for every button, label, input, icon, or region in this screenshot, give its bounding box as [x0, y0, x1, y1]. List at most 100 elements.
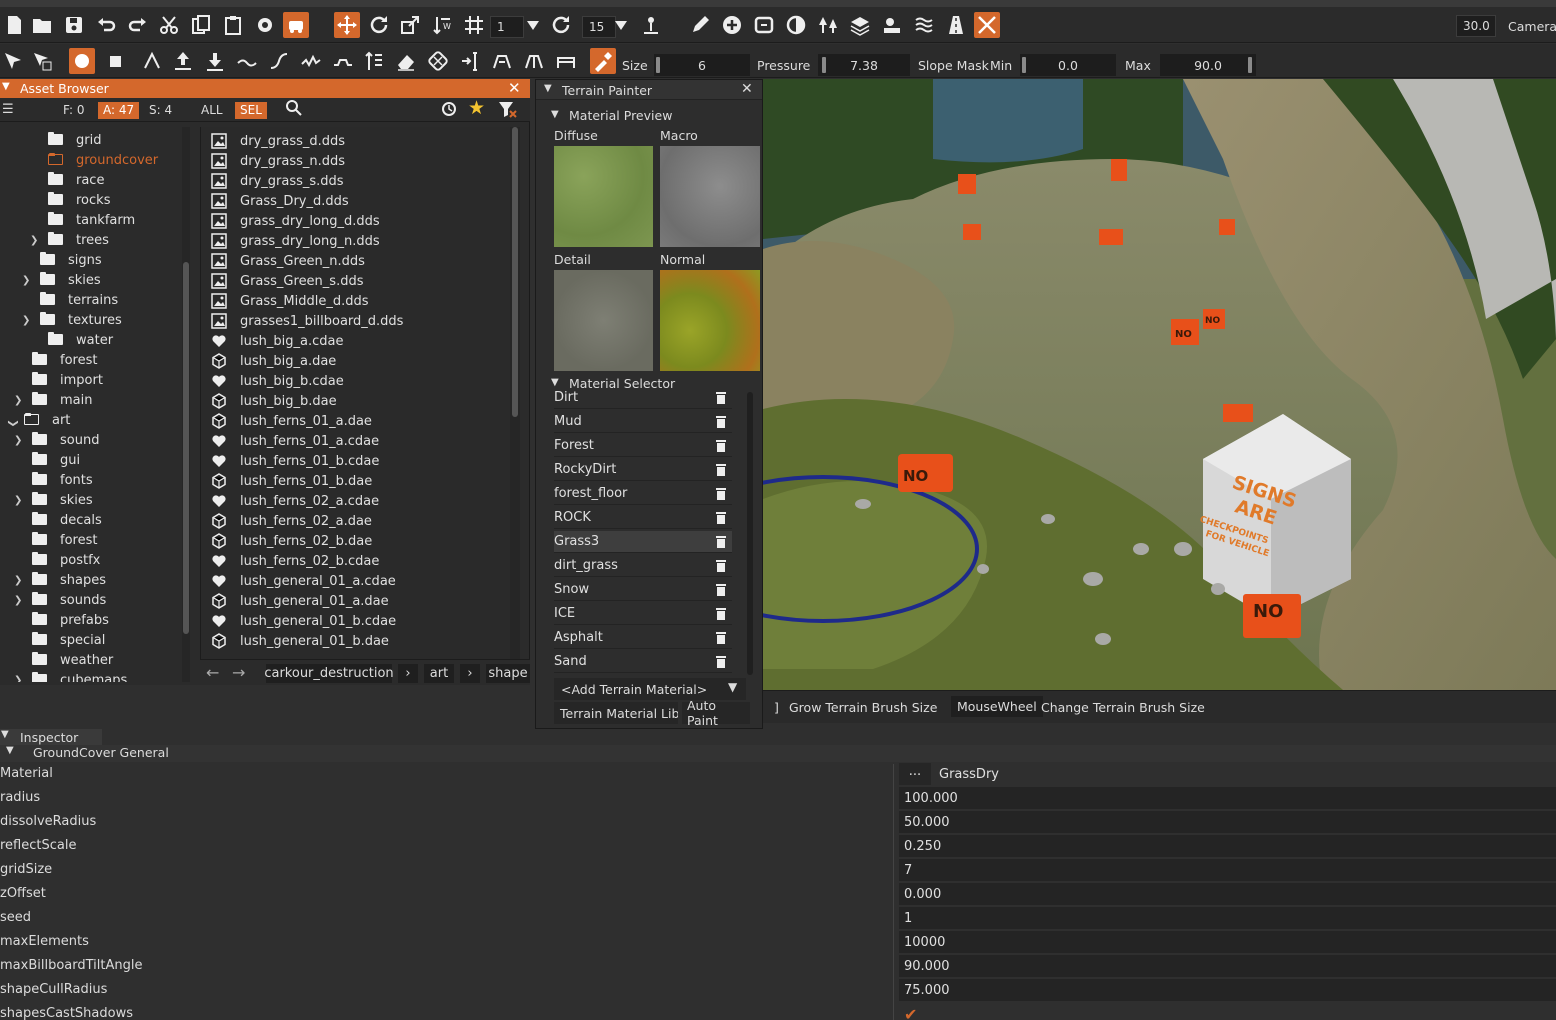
file-list-item[interactable]: grass_dry_long_d.dds [211, 211, 380, 231]
breadcrumb-item-art[interactable]: art [424, 664, 454, 683]
material-item[interactable]: forest_floor [554, 483, 732, 505]
inspector-tab[interactable]: ▼ Inspector [0, 729, 102, 745]
file-list-item[interactable]: Grass_Middle_d.dds [211, 291, 369, 311]
trash-icon[interactable] [716, 487, 726, 500]
lower-height-icon[interactable] [202, 48, 228, 74]
trash-icon[interactable] [716, 607, 726, 620]
filter-sel-button[interactable]: SEL [235, 102, 267, 119]
filter-funnel-icon[interactable] [497, 99, 517, 122]
round-brush-icon[interactable] [69, 48, 95, 74]
chevron-down-icon[interactable]: ❮ [8, 413, 19, 427]
trash-icon[interactable] [716, 391, 726, 404]
folder-tree-item[interactable]: signs [22, 250, 102, 270]
undo-icon[interactable] [93, 12, 119, 38]
file-list-item[interactable]: lush_big_a.cdae [211, 331, 343, 351]
inspector-value-field[interactable]: 10000 [899, 931, 1556, 953]
folder-tree-item[interactable]: decals [14, 510, 102, 530]
folder-tree-item[interactable]: weather [14, 650, 113, 670]
chevron-right-icon[interactable]: ❯ [14, 395, 28, 406]
file-list-item[interactable]: Grass_Dry_d.dds [211, 191, 349, 211]
trash-icon[interactable] [716, 415, 726, 428]
add-circle-icon[interactable] [719, 12, 745, 38]
file-list-item[interactable]: lush_general_01_b.cdae [211, 611, 396, 631]
auto-paint-button[interactable]: Auto Paint [682, 698, 750, 728]
breadcrumb-chevron-icon[interactable]: › [460, 664, 480, 683]
slope-max-slider[interactable]: 90.0 [1160, 54, 1256, 76]
collapse-triangle-icon[interactable]: ▼ [1, 729, 9, 740]
collapse-triangle-icon[interactable]: ▼ [544, 83, 552, 94]
slope-height-icon[interactable] [266, 48, 292, 74]
chevron-right-icon[interactable]: ❯ [14, 435, 28, 446]
folder-tree-item[interactable]: ❯ skies [14, 490, 93, 510]
noise-height-icon[interactable] [298, 48, 324, 74]
folder-tree-item[interactable]: ❮ art [6, 410, 71, 430]
chevron-down-icon[interactable]: ▼ [728, 680, 737, 694]
river-tool-icon[interactable] [911, 12, 937, 38]
file-list-item[interactable]: lush_big_b.dae [211, 391, 337, 411]
chevron-right-icon[interactable]: ❯ [14, 595, 28, 606]
folder-tree-item[interactable]: ❯ sounds [14, 590, 106, 610]
material-item[interactable]: RockyDirt [554, 459, 732, 481]
search-icon[interactable] [285, 99, 303, 120]
chevron-down-icon[interactable] [520, 12, 546, 38]
inspector-section-header[interactable]: ▼ GroundCover General [0, 745, 1556, 762]
set-height-icon[interactable] [361, 48, 387, 74]
paint-material-icon[interactable] [590, 48, 616, 74]
terrain-painter-header[interactable]: ▼ Terrain Painter ✕ [536, 80, 762, 100]
file-list-item[interactable]: lush_general_01_a.dae [211, 591, 389, 611]
terrain-material-library-button[interactable]: Terrain Material Libra [554, 702, 678, 724]
file-list-item[interactable]: lush_ferns_02_b.cdae [211, 551, 379, 571]
folder-tree-item[interactable]: import [14, 370, 103, 390]
close-icon[interactable]: ✕ [741, 81, 753, 97]
file-list-item[interactable]: lush_ferns_01_b.dae [211, 471, 372, 491]
checkbox-field[interactable]: ✔ [899, 1003, 1556, 1020]
forest-tool-icon[interactable] [815, 12, 841, 38]
material-item[interactable]: Forest [554, 435, 732, 457]
trash-icon[interactable] [716, 439, 726, 452]
flatten-height-icon[interactable] [330, 48, 356, 74]
scale-gizmo-icon[interactable] [397, 12, 423, 38]
road-tool-icon[interactable] [751, 12, 777, 38]
folder-tree-item[interactable]: rocks [30, 190, 110, 210]
folder-tree-item[interactable]: postfx [14, 550, 100, 570]
pressure-slider-handle[interactable] [822, 57, 826, 73]
collapse-triangle-icon[interactable]: ▼ [6, 745, 14, 756]
material-list-scrollbar[interactable] [747, 392, 753, 675]
filter-all-button[interactable]: ALL [196, 102, 228, 119]
list-view-icon[interactable]: ☰ [2, 102, 14, 117]
file-list-item[interactable]: Grass_Green_n.dds [211, 251, 365, 271]
inspector-value-field[interactable]: 50.000 [899, 811, 1556, 833]
material-item[interactable]: Dirt [554, 387, 732, 409]
file-list-item[interactable]: lush_ferns_02_b.dae [211, 531, 372, 551]
folder-tree-item[interactable]: ❯ sound [14, 430, 99, 450]
file-list-item[interactable]: lush_ferns_01_b.cdae [211, 451, 379, 471]
slope-min-handle[interactable] [1022, 57, 1026, 73]
pencil-icon[interactable] [687, 12, 713, 38]
chevron-down-icon[interactable] [608, 12, 634, 38]
terrain-layers-icon[interactable] [847, 12, 873, 38]
brush-multiselect-icon[interactable] [29, 48, 55, 74]
3d-viewport[interactable]: NO NO NO NO SIGNS ARE CHECKPOINTS FOR VE… [763, 79, 1556, 690]
expand-triangle-icon[interactable]: ▼ [551, 109, 559, 120]
material-item[interactable]: ICE [554, 603, 732, 625]
folder-tree-scroll-thumb[interactable] [183, 262, 189, 634]
file-list-item[interactable]: lush_general_01_b.dae [211, 631, 389, 651]
breadcrumb-item-shape[interactable]: shape [486, 664, 530, 683]
brush-dropper-icon[interactable] [139, 48, 165, 74]
inspector-value-field[interactable]: 7 [899, 859, 1556, 881]
filter-selected[interactable]: S: 4 [144, 102, 177, 119]
asset-browser-header[interactable]: ▼ Asset Browser ✕ [0, 79, 530, 98]
world-space-icon[interactable]: W [429, 12, 455, 38]
inspector-value-field[interactable]: 90.000 [899, 955, 1556, 977]
folder-tree-item[interactable]: ❯ main [14, 390, 92, 410]
brush-select-icon[interactable] [0, 48, 26, 74]
filter-assets[interactable]: A: 47 [98, 102, 140, 119]
breadcrumb-item-root[interactable]: carkour_destruction [264, 664, 394, 683]
raise-height-icon[interactable] [170, 48, 196, 74]
file-list-item[interactable]: lush_general_01_a.cdae [211, 571, 396, 591]
rotate-gizmo-icon[interactable] [366, 12, 392, 38]
terrain-scene[interactable]: NO NO NO NO SIGNS ARE CHECKPOINTS FOR VE… [763, 79, 1556, 690]
inspector-value-field[interactable]: 1 [899, 907, 1556, 929]
rotate-snap-icon[interactable] [548, 12, 574, 38]
trash-icon[interactable] [716, 655, 726, 668]
